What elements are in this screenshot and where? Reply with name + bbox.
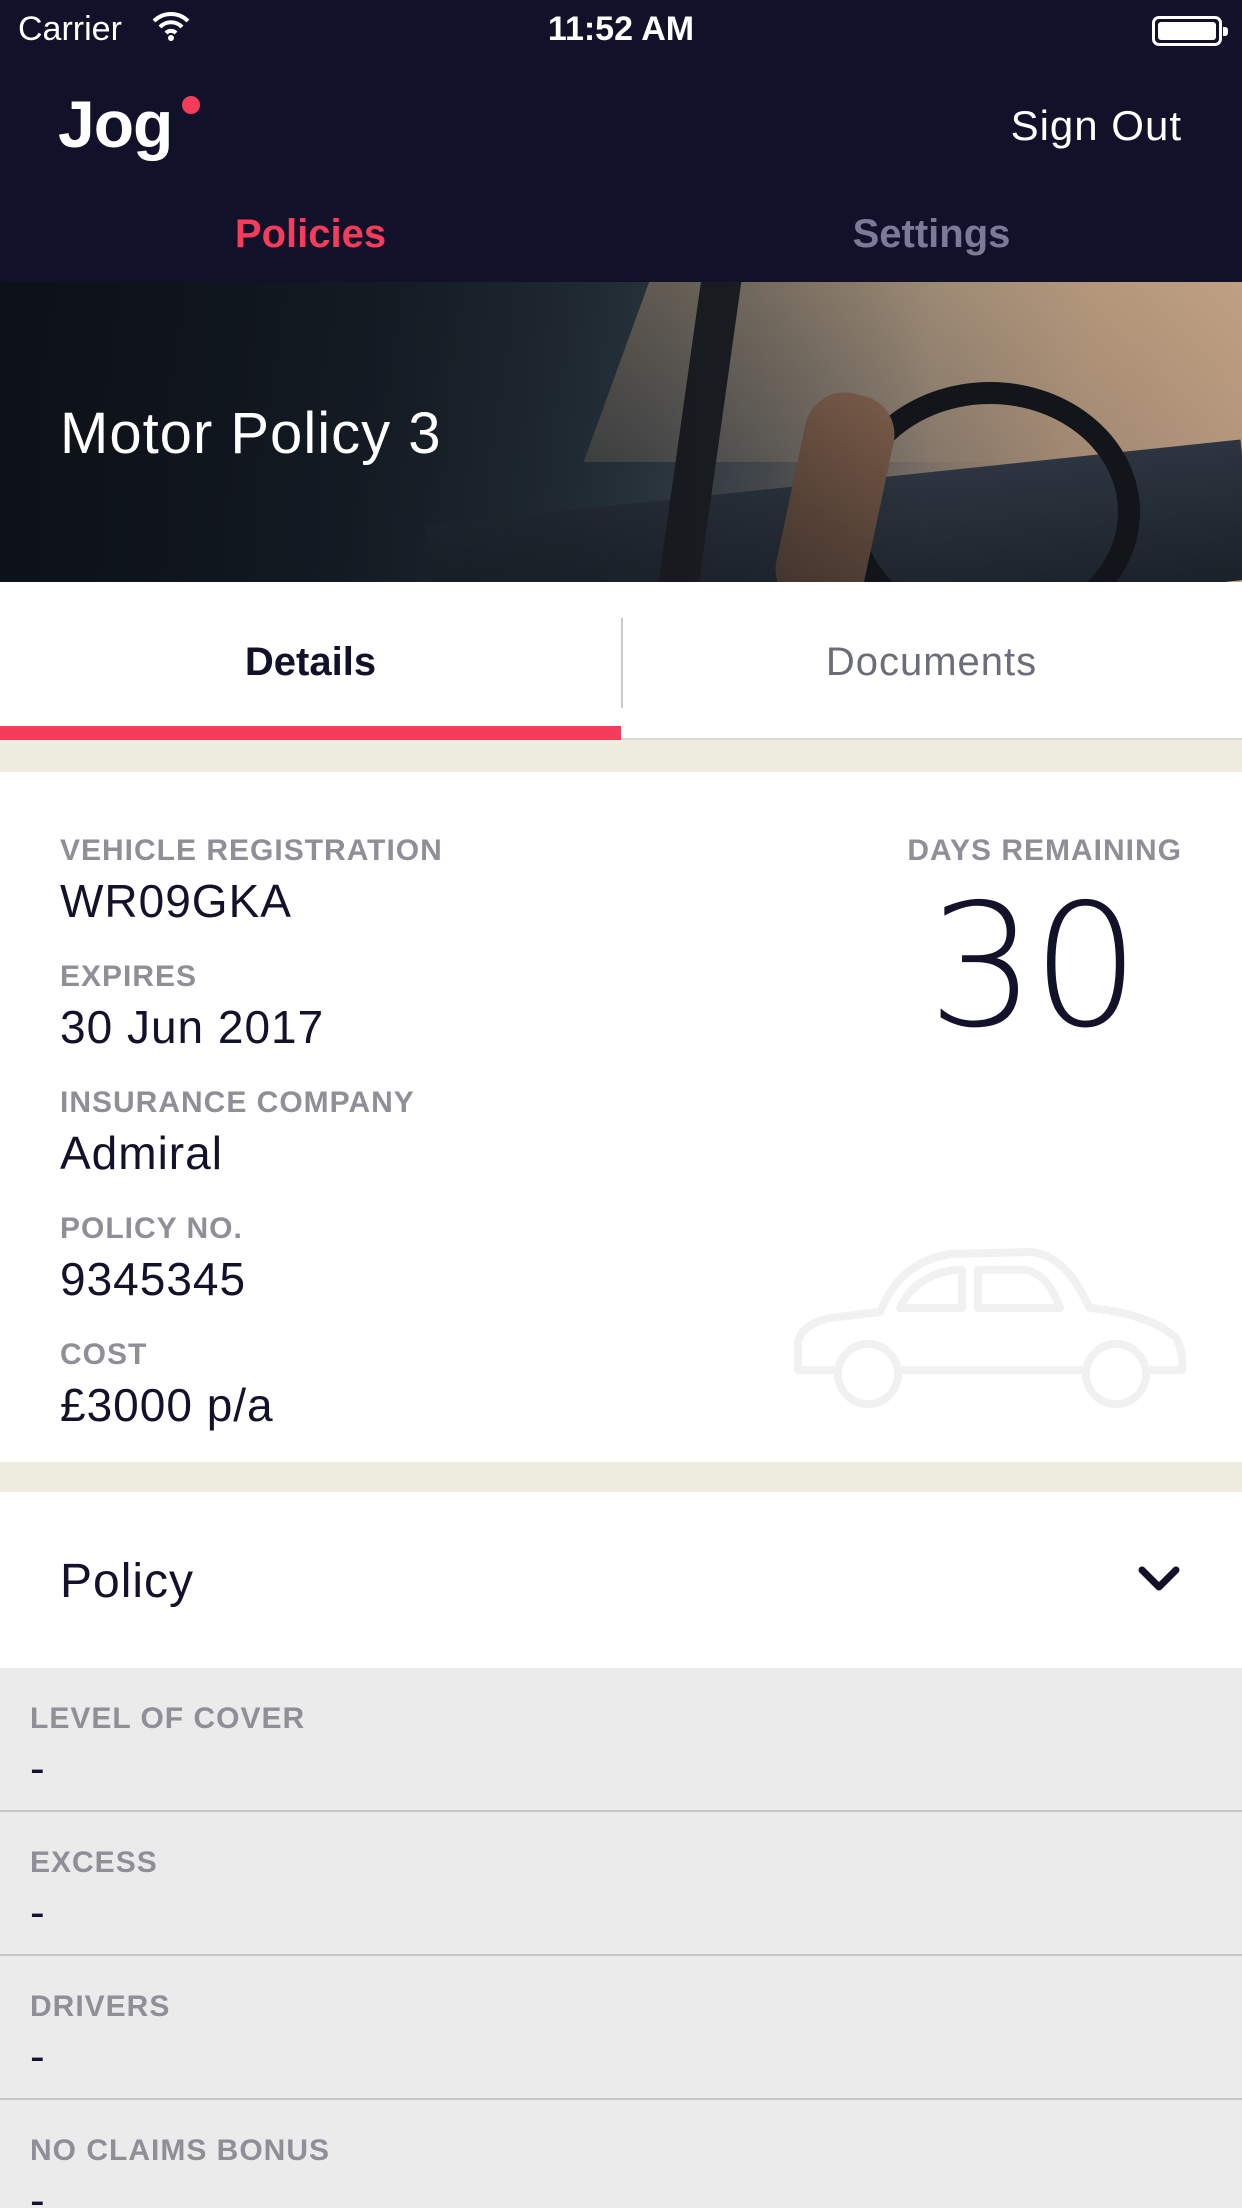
policy-row-excess: EXCESS - (0, 1812, 1242, 1956)
tab-details[interactable]: Details (0, 582, 621, 740)
field-vehicle-registration: VEHICLE REGISTRATION WR09GKA (60, 834, 443, 928)
days-remaining-value: 30 (927, 868, 1140, 1066)
tab-settings[interactable]: Settings (621, 212, 1242, 257)
policy-row-drivers: DRIVERS - (0, 1956, 1242, 2100)
policy-row-level-of-cover: LEVEL OF COVER - (0, 1668, 1242, 1812)
status-time: 11:52 AM (547, 10, 695, 48)
field-label: VEHICLE REGISTRATION (60, 834, 443, 867)
row-label: LEVEL OF COVER (30, 1702, 306, 1735)
policy-hero-banner: Motor Policy 3 (0, 282, 1242, 582)
row-value: - (30, 2032, 45, 2081)
logo-dot-icon (182, 96, 200, 114)
field-value: WR09GKA (60, 875, 292, 927)
chevron-down-icon[interactable] (1136, 1556, 1182, 1602)
car-icon (794, 1248, 1187, 1408)
policy-title: Motor Policy 3 (60, 401, 442, 466)
field-cost: COST £3000 p/a (60, 1338, 274, 1432)
jog-logo: Jog (58, 87, 173, 161)
row-label: NO CLAIMS BONUS (30, 2134, 330, 2167)
app-header: Carrier 11:52 AM Jog Sign Out Policies S… (0, 0, 1242, 282)
detail-segment-bar: Details Documents (0, 582, 1242, 740)
days-remaining-label: DAYS REMAINING (907, 834, 1182, 867)
field-label: POLICY NO. (60, 1212, 243, 1245)
row-value: - (30, 2176, 45, 2208)
sign-out-button[interactable]: Sign Out (1011, 102, 1182, 150)
field-value: £3000 p/a (60, 1379, 274, 1431)
policy-rows: LEVEL OF COVER - EXCESS - DRIVERS - NO C… (0, 1668, 1242, 2208)
status-bar: Carrier 11:52 AM (0, 0, 1242, 60)
row-label: EXCESS (30, 1846, 158, 1879)
row-value: - (30, 1888, 45, 1937)
active-tab-indicator (0, 726, 621, 740)
tab-documents[interactable]: Documents (621, 582, 1242, 740)
field-value: 30 Jun 2017 (60, 1001, 325, 1053)
field-value: 9345345 (60, 1253, 247, 1305)
field-label: EXPIRES (60, 960, 198, 993)
field-label: INSURANCE COMPANY (60, 1086, 415, 1119)
policy-section-title: Policy (60, 1555, 195, 1608)
days-remaining: DAYS REMAINING 30 (907, 834, 1182, 1066)
field-policy-no: POLICY NO. 9345345 (60, 1212, 246, 1306)
row-label: DRIVERS (30, 1990, 171, 2023)
field-expires: EXPIRES 30 Jun 2017 (60, 960, 324, 1054)
field-label: COST (60, 1338, 148, 1371)
tab-policies[interactable]: Policies (0, 212, 621, 257)
field-value: Admiral (60, 1127, 223, 1179)
policy-accordion-header[interactable]: Policy (0, 1492, 1242, 1668)
policy-details-card: VEHICLE REGISTRATION WR09GKA EXPIRES 30 … (0, 772, 1242, 1462)
row-value: - (30, 1744, 45, 1793)
field-insurance-company: INSURANCE COMPANY Admiral (60, 1086, 415, 1180)
policy-row-no-claims-bonus: NO CLAIMS BONUS - (0, 2100, 1242, 2208)
battery-icon (1152, 16, 1228, 46)
